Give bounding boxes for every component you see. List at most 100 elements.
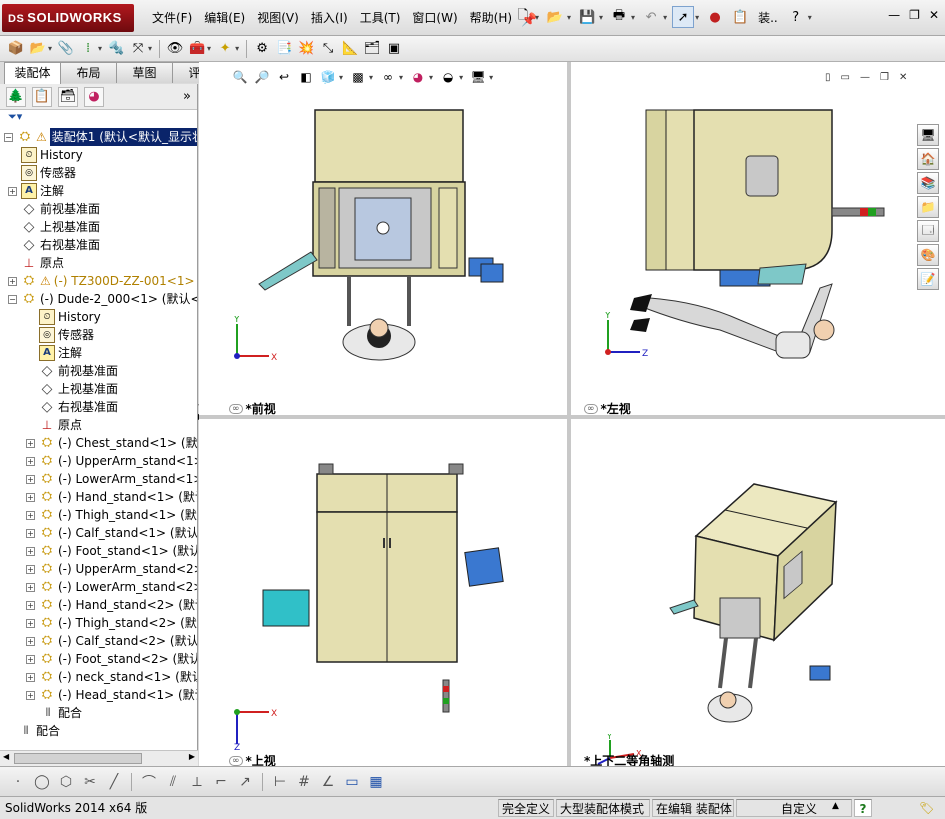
- tree-node[interactable]: ◇ 上视基准面: [8, 218, 100, 236]
- tree-node[interactable]: ◇ 右视基准面: [8, 236, 100, 254]
- exploded-view-icon[interactable]: 💥: [296, 39, 316, 59]
- select-pointer-icon[interactable]: ➚: [672, 6, 695, 28]
- expand-icon[interactable]: +: [26, 564, 35, 574]
- restore-icon[interactable]: ❐: [909, 8, 920, 22]
- options-icon[interactable]: 📋: [729, 6, 751, 28]
- new-motion-study-icon[interactable]: ⚙: [252, 39, 272, 59]
- point-icon[interactable]: ·: [8, 772, 28, 792]
- tree-node[interactable]: A 注解: [26, 344, 82, 362]
- tab-layout[interactable]: 布局: [60, 62, 117, 83]
- view-settings-dropdown-icon[interactable]: ▾: [489, 73, 493, 82]
- expand-icon[interactable]: +: [26, 546, 35, 556]
- collapse-icon[interactable]: −: [4, 132, 13, 142]
- table-icon[interactable]: ▦: [366, 772, 386, 792]
- viewport-isometric[interactable]: Y X *上下二等角轴测: [570, 418, 944, 766]
- tree-node[interactable]: + A 注解: [8, 182, 64, 200]
- viewport-restore-icon[interactable]: ❐: [880, 72, 889, 83]
- mirror-entities-icon[interactable]: ⟂: [187, 772, 207, 792]
- new-document-icon[interactable]: 🗋: [512, 6, 534, 28]
- component-dropdown-icon[interactable]: ▾: [48, 44, 52, 53]
- tree-node[interactable]: ⫴ 配合: [26, 704, 82, 722]
- property-manager-icon[interactable]: 📋: [32, 86, 52, 107]
- save-dropdown-icon[interactable]: ▾: [599, 13, 603, 22]
- app-logo[interactable]: DS SOLIDWORKS: [2, 4, 134, 32]
- tree-node[interactable]: ⏲ History: [26, 308, 101, 326]
- expand-icon[interactable]: +: [26, 492, 35, 502]
- tree-node[interactable]: + ⛭ ⚠(-) TZ300D-ZZ-001<1> (默认: [8, 272, 197, 290]
- menu-tools[interactable]: 工具(T): [354, 9, 407, 27]
- undo-dropdown-icon[interactable]: ▾: [663, 13, 667, 22]
- close-icon[interactable]: ✕: [929, 8, 939, 22]
- units-dropdown-icon[interactable]: ▲: [832, 801, 839, 811]
- tree-node[interactable]: + ⛭ (-) Thigh_stand<2> (默认<: [26, 614, 197, 632]
- circle-icon[interactable]: ◯: [32, 772, 52, 792]
- tree-node[interactable]: ◇ 右视基准面: [26, 398, 118, 416]
- display-style-icon[interactable]: ▩: [349, 68, 367, 86]
- grid-icon[interactable]: #: [294, 772, 314, 792]
- expand-icon[interactable]: +: [8, 276, 17, 286]
- save-icon[interactable]: 💾: [576, 6, 598, 28]
- tree-node[interactable]: + ⛭ (-) Calf_stand<2> (默认<<: [26, 632, 197, 650]
- expand-icon[interactable]: +: [26, 510, 35, 520]
- orientation-dropdown-icon[interactable]: ▾: [339, 73, 343, 82]
- appearance-dropdown-icon[interactable]: ▾: [429, 73, 433, 82]
- viewport-link-icon[interactable]: ▭: [841, 72, 850, 83]
- tree-node[interactable]: ◎ 传感器: [8, 164, 76, 182]
- move-component-icon[interactable]: ⤧: [128, 39, 148, 59]
- appearances-icon[interactable]: 🎨: [917, 244, 939, 266]
- tree-node[interactable]: ◎ 传感器: [26, 326, 94, 344]
- file-explorer-icon[interactable]: 📁: [917, 196, 939, 218]
- tree-node[interactable]: ◇ 前视基准面: [8, 200, 100, 218]
- pattern-dropdown-icon[interactable]: ▾: [98, 44, 102, 53]
- tree-node[interactable]: −⛭ (-) Dude-2_000<1> (默认<默认: [8, 290, 197, 308]
- tree-node[interactable]: + ⛭ (-) UpperArm_stand<2> (默: [26, 560, 197, 578]
- undo-icon[interactable]: ↶: [640, 6, 662, 28]
- tree-node[interactable]: ◇ 上视基准面: [26, 380, 118, 398]
- expand-icon[interactable]: +: [26, 654, 35, 664]
- scrollbar-thumb[interactable]: [14, 753, 142, 764]
- traffic-light-icon[interactable]: ●: [704, 6, 726, 28]
- viewport-top[interactable]: X Z ∞ *上视: [199, 418, 567, 766]
- select-dropdown-icon[interactable]: ▾: [695, 13, 699, 22]
- view-orientation-icon[interactable]: 🧊: [319, 68, 337, 86]
- menu-insert[interactable]: 插入(I): [305, 9, 354, 27]
- link-views-icon[interactable]: ∞: [229, 755, 243, 766]
- horizontal-scrollbar[interactable]: ◀ ▶: [0, 750, 198, 766]
- line-icon[interactable]: ╱: [104, 772, 124, 792]
- expand-icon[interactable]: +: [26, 456, 35, 466]
- mate-paperclip-icon[interactable]: 📎: [56, 39, 76, 59]
- reference-geometry-icon[interactable]: ✦: [215, 39, 235, 59]
- menu-window[interactable]: 窗口(W): [406, 9, 463, 27]
- expand-icon[interactable]: +: [26, 582, 35, 592]
- help-icon[interactable]: ?: [854, 799, 872, 817]
- tree-node[interactable]: + ⛭ (-) LowerArm_stand<2> (默: [26, 578, 197, 596]
- minimize-icon[interactable]: —: [888, 8, 900, 22]
- tree-node[interactable]: + ⛭ (-) Chest_stand<1> (默认<: [26, 434, 197, 452]
- quick-access-truncated-label[interactable]: 装..: [758, 9, 778, 26]
- instant3d-icon[interactable]: 📐: [340, 39, 360, 59]
- expand-icon[interactable]: +: [26, 672, 35, 682]
- tree-node[interactable]: + ⛭ (-) Calf_stand<1> (默认<<: [26, 524, 197, 542]
- help-question-icon[interactable]: ?: [785, 6, 807, 28]
- tab-assembly[interactable]: 装配体: [4, 62, 61, 84]
- angle-icon[interactable]: ∠: [318, 772, 338, 792]
- expand-icon[interactable]: +: [26, 690, 35, 700]
- tree-filter[interactable]: ⏷▾: [0, 110, 197, 128]
- polygon-icon[interactable]: ⬡: [56, 772, 76, 792]
- expand-icon[interactable]: +: [26, 600, 35, 610]
- open-folder-icon[interactable]: 📂: [544, 6, 566, 28]
- viewport-minimize-icon[interactable]: —: [860, 72, 870, 83]
- tab-sketch[interactable]: 草图: [116, 62, 173, 83]
- print-dropdown-icon[interactable]: ▾: [631, 13, 635, 22]
- menu-help[interactable]: 帮助(H): [464, 9, 518, 27]
- graphics-area[interactable]: Y X ∞ *前视 Y Z ∞ *左视 X Z ∞ *上视 Y X *上下二等角…: [199, 62, 945, 766]
- previous-view-icon[interactable]: ↩: [275, 68, 293, 86]
- home-icon[interactable]: 🏠: [917, 148, 939, 170]
- viewport-front[interactable]: Y X ∞ *前视: [199, 88, 567, 415]
- tree-node[interactable]: + ⛭ (-) Foot_stand<2> (默认<: [26, 650, 197, 668]
- zoom-to-fit-icon[interactable]: 🔍: [231, 68, 249, 86]
- tree-node[interactable]: ◇ 前视基准面: [26, 362, 118, 380]
- collapse-icon[interactable]: −: [8, 294, 17, 304]
- display-manager-icon[interactable]: ◕: [84, 86, 104, 107]
- expand-icon[interactable]: +: [8, 186, 17, 196]
